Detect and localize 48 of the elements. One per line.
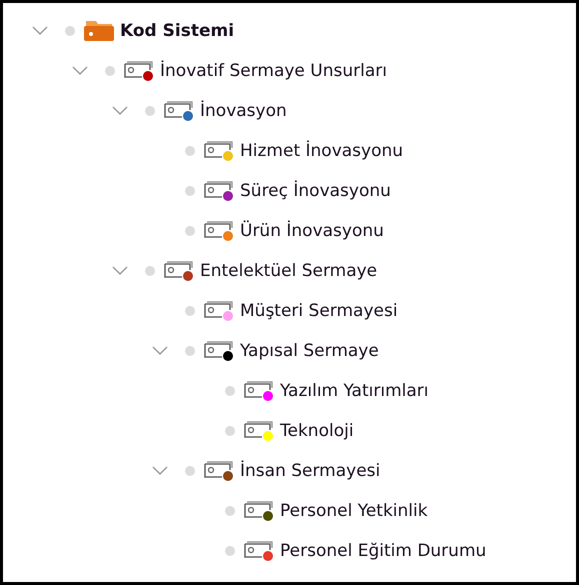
status-dot: [185, 146, 195, 156]
tag-icon: [204, 141, 233, 158]
status-dot: [105, 66, 115, 76]
tag-icon: [204, 461, 233, 478]
tag-icon: [244, 421, 273, 438]
status-dot: [225, 546, 235, 556]
tag-icon: [204, 341, 233, 358]
tag-icon: [204, 181, 233, 198]
tree-item-label[interactable]: Entelektüel Sermaye: [200, 261, 378, 281]
tag-icon: [204, 301, 233, 318]
tree-item-label[interactable]: Müşteri Sermayesi: [240, 301, 398, 321]
tree-item-label[interactable]: Ürün İnovasyonu: [240, 221, 384, 241]
tree-item-label[interactable]: İnovasyon: [200, 101, 287, 121]
status-dot: [185, 186, 195, 196]
tag-icon: [164, 261, 193, 278]
tree-item-label[interactable]: Hizmet İnovasyonu: [240, 141, 404, 161]
tree-item-label[interactable]: Yazılım Yatırımları: [280, 381, 428, 401]
status-dot: [145, 106, 155, 116]
tree-item-label[interactable]: Yapısal Sermaye: [240, 341, 379, 361]
tag-icon: [204, 221, 233, 238]
status-dot: [65, 26, 75, 36]
chevron-down-icon[interactable]: [72, 66, 88, 76]
chevron-down-icon[interactable]: [112, 106, 128, 116]
tree-item-label[interactable]: Personel Yetkinlik: [280, 501, 428, 521]
chevron-down-icon[interactable]: [112, 266, 128, 276]
status-dot: [185, 226, 195, 236]
status-dot: [225, 426, 235, 436]
tree-item-label[interactable]: İnsan Sermayesi: [240, 461, 380, 481]
tag-icon: [244, 541, 273, 558]
tag-icon: [244, 501, 273, 518]
status-dot: [225, 506, 235, 516]
chevron-down-icon[interactable]: [152, 346, 168, 356]
chevron-down-icon[interactable]: [152, 466, 168, 476]
tag-icon: [244, 381, 273, 398]
tree-item-label[interactable]: İnovatif Sermaye Unsurları: [160, 61, 387, 81]
status-dot: [185, 466, 195, 476]
status-dot: [185, 306, 195, 316]
status-dot: [145, 266, 155, 276]
tag-icon: [124, 61, 153, 78]
folder-icon: [84, 21, 114, 41]
tag-icon: [164, 101, 193, 118]
tree-item-label[interactable]: Teknoloji: [280, 421, 354, 441]
tree-item-label[interactable]: Kod Sistemi: [120, 21, 234, 41]
status-dot: [225, 386, 235, 396]
tree-item-label[interactable]: Personel Eğitim Durumu: [280, 541, 486, 561]
chevron-down-icon[interactable]: [32, 26, 48, 36]
status-dot: [185, 346, 195, 356]
tree-item-label[interactable]: Süreç İnovasyonu: [240, 181, 391, 201]
